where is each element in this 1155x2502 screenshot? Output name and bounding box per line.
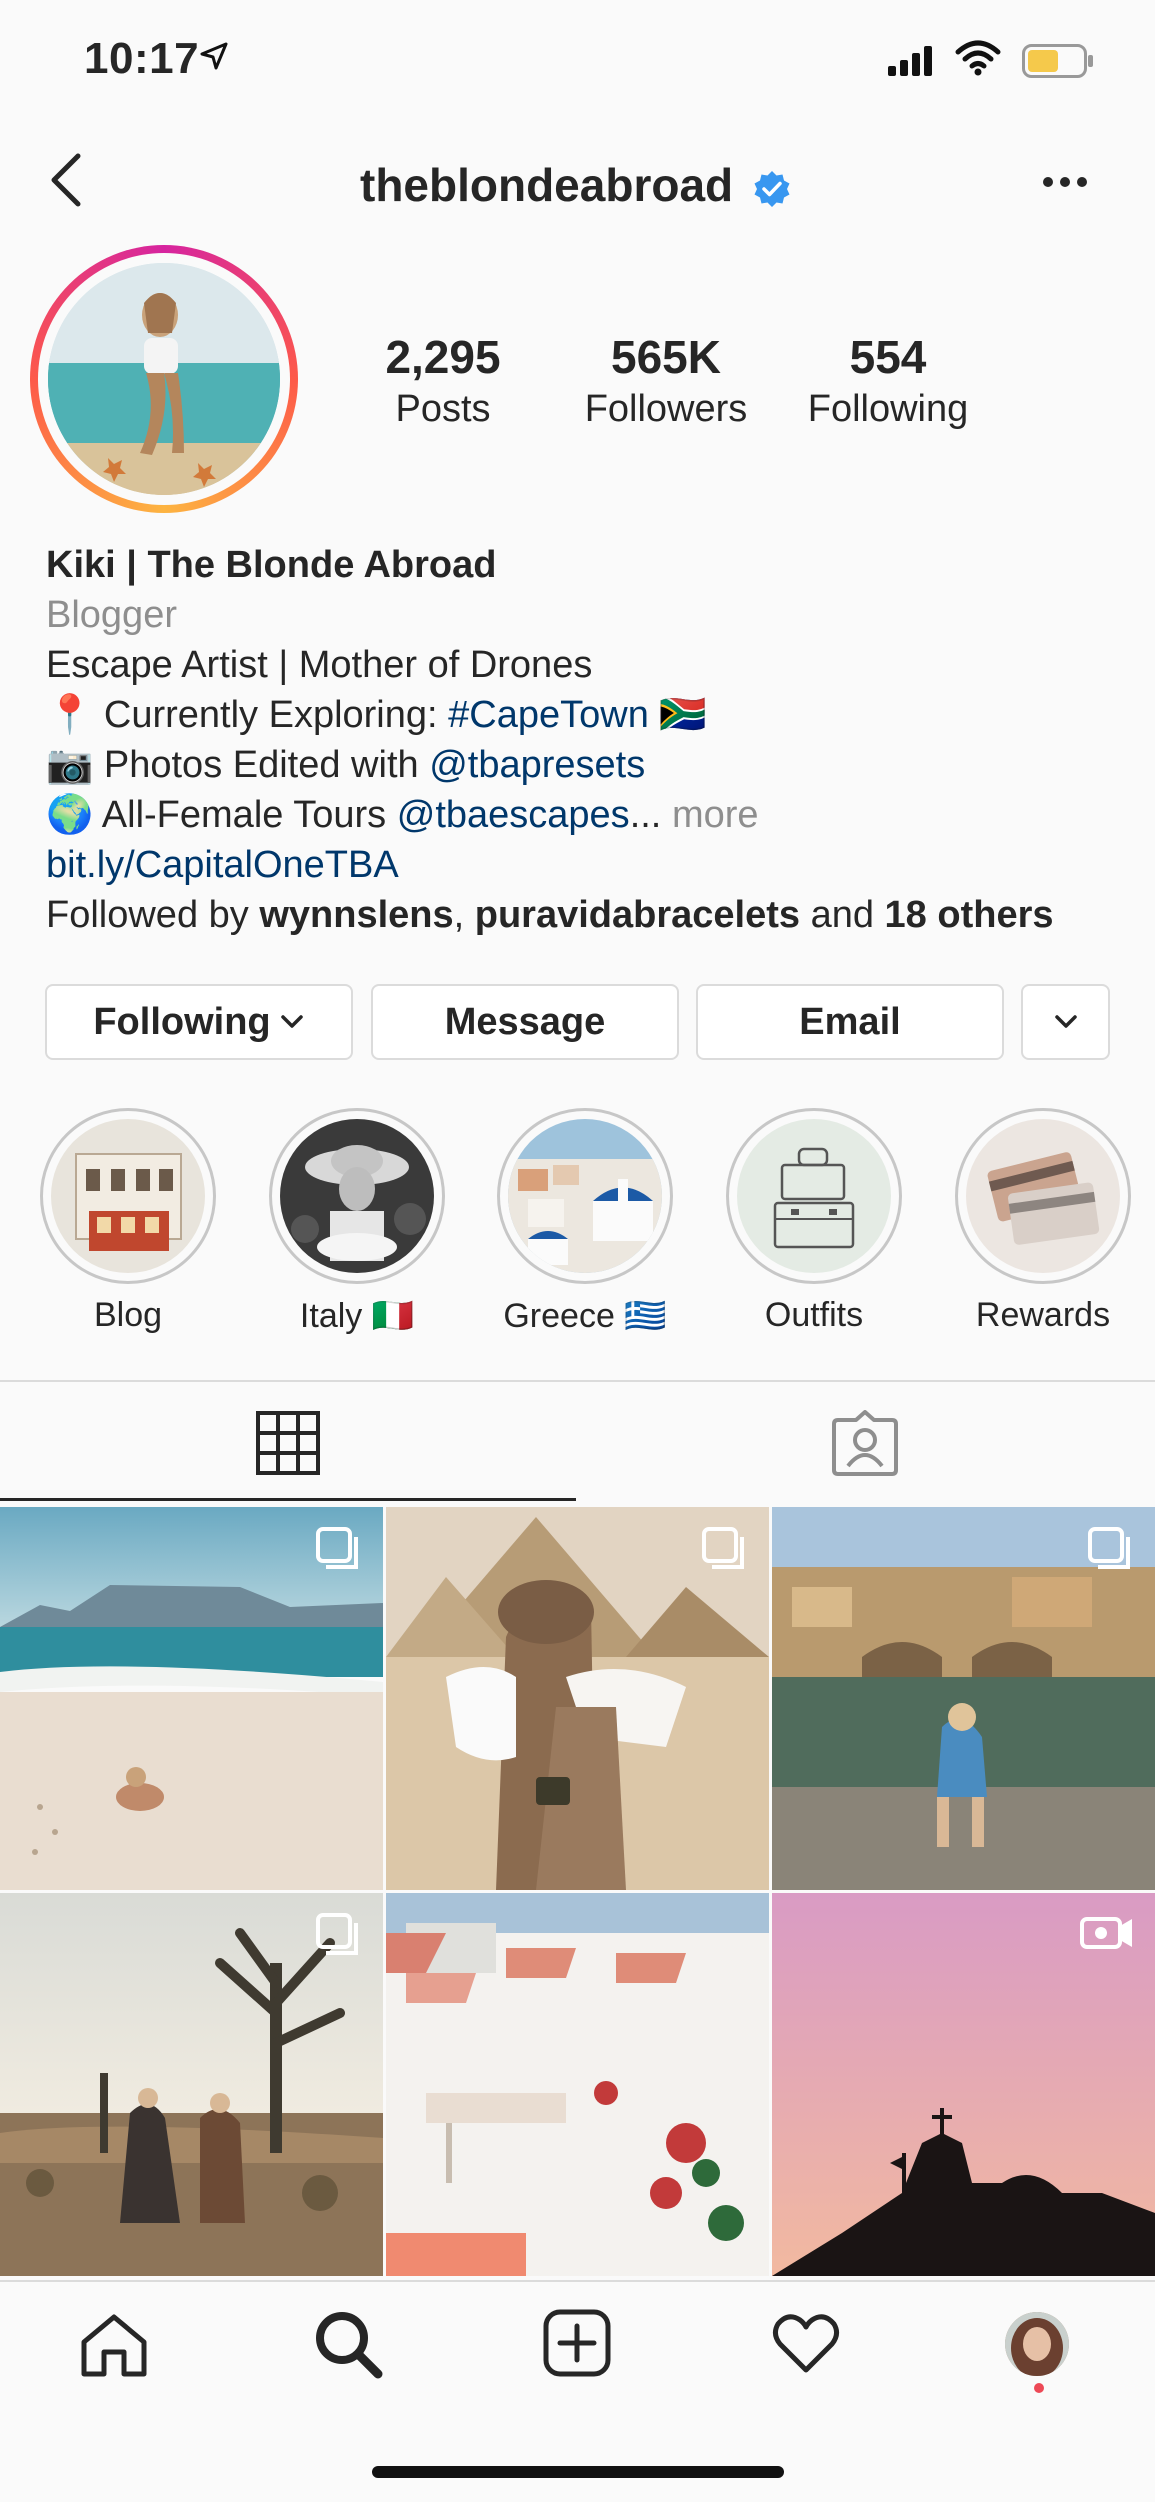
home-icon[interactable]	[78, 2312, 150, 2378]
followed-by-others: 18 others	[884, 894, 1054, 936]
battery-icon	[1022, 44, 1093, 78]
tabs-divider	[0, 1380, 1155, 1382]
post-tile[interactable]	[0, 1893, 383, 2276]
highlight-greece-label: Greece 🇬🇷	[503, 1297, 667, 1335]
profile-category: Blogger	[46, 594, 177, 636]
stat-posts[interactable]: 2,295 Posts	[333, 330, 553, 431]
activity-heart-icon[interactable]	[770, 2312, 842, 2376]
stat-followers[interactable]: 565K Followers	[556, 330, 776, 431]
following-count: 554	[849, 331, 927, 383]
bio-line-1: Escape Artist | Mother of Drones	[46, 644, 593, 686]
status-time: 10:17	[84, 34, 200, 83]
pin-emoji-icon: 📍	[46, 694, 94, 736]
mention-tbaescapes-link[interactable]: @tbaescapes	[397, 794, 630, 836]
highlight-italy[interactable]: Italy 🇮🇹	[267, 1108, 447, 1336]
website-link[interactable]: bit.ly/CapitalOneTBA	[46, 844, 399, 886]
verified-badge-icon	[754, 171, 790, 207]
highlight-outfits[interactable]: Outfits	[724, 1108, 904, 1335]
grid-icon[interactable]	[255, 1410, 321, 1476]
followed-by[interactable]: Followed by wynnslens, puravidabracelets…	[46, 890, 1126, 940]
posts-label: Posts	[395, 388, 491, 430]
chevron-down-icon	[280, 1015, 303, 1028]
followed-by-prefix: Followed by	[46, 894, 249, 936]
highlight-outfits-cover	[737, 1119, 891, 1273]
profile-avatar[interactable]	[30, 245, 298, 513]
notification-dot	[1034, 2383, 1044, 2393]
south-africa-flag-icon: 🇿🇦	[659, 694, 707, 736]
mention-tbapresets-link[interactable]: @tbapresets	[429, 744, 645, 786]
highlight-rewards[interactable]: Rewards	[953, 1108, 1133, 1335]
highlight-greece[interactable]: Greece 🇬🇷	[495, 1108, 675, 1336]
profile-tab-avatar[interactable]	[1005, 2312, 1069, 2376]
post-tile[interactable]	[386, 1507, 769, 1890]
back-chevron-icon[interactable]	[48, 150, 84, 210]
followed-by-separator: ,	[453, 894, 465, 936]
globe-emoji-icon: 🌍	[46, 794, 94, 836]
profile-photo	[48, 263, 280, 495]
followers-label: Followers	[584, 388, 748, 430]
followed-by-user-2: puravidabracelets	[474, 894, 801, 936]
post-tile[interactable]	[386, 1893, 769, 2276]
highlight-blog[interactable]: Blog	[38, 1108, 218, 1335]
bio-line-2-text: Currently Exploring:	[103, 694, 438, 736]
highlight-italy-label: Italy 🇮🇹	[299, 1297, 415, 1335]
profile-bio: Kiki | The Blonde Abroad Blogger Escape …	[46, 540, 1126, 940]
highlight-italy-cover	[280, 1119, 434, 1273]
following-button[interactable]: Following	[45, 984, 353, 1060]
post-tile[interactable]	[772, 1507, 1155, 1890]
bio-line-3-text: Photos Edited with	[103, 744, 419, 786]
wifi-icon	[955, 40, 1001, 76]
highlight-greece-cover	[508, 1119, 662, 1273]
active-tab-indicator	[0, 1498, 576, 1501]
highlight-rewards-cover	[966, 1119, 1120, 1273]
email-button[interactable]: Email	[696, 984, 1004, 1060]
highlight-blog-label: Blog	[93, 1296, 163, 1334]
highlight-rewards-label: Rewards	[975, 1296, 1111, 1334]
more-options-icon[interactable]	[1042, 176, 1088, 188]
cellular-signal-icon	[888, 46, 932, 76]
bio-ellipsis: ...	[629, 794, 662, 836]
search-icon[interactable]	[312, 2308, 384, 2380]
chevron-down-icon	[1054, 1015, 1077, 1028]
post-tile[interactable]	[772, 1893, 1155, 2276]
hashtag-capetown-link[interactable]: #CapeTown	[448, 694, 649, 736]
email-button-label: Email	[799, 1000, 901, 1043]
followed-by-user-1: wynnslens	[259, 894, 454, 936]
profile-username: theblondeabroad	[360, 159, 734, 211]
following-button-label: Following	[93, 1000, 271, 1043]
new-post-icon[interactable]	[542, 2308, 612, 2378]
tagged-user-icon[interactable]	[830, 1410, 900, 1476]
suggested-accounts-button[interactable]	[1021, 984, 1110, 1060]
message-button[interactable]: Message	[371, 984, 679, 1060]
highlight-outfits-label: Outfits	[764, 1296, 864, 1334]
post-tile[interactable]	[0, 1507, 383, 1890]
followers-count: 565K	[611, 331, 721, 383]
message-button-label: Message	[444, 1000, 606, 1043]
location-arrow-icon	[200, 42, 228, 70]
home-indicator	[372, 2466, 784, 2478]
followed-by-and: and	[810, 894, 874, 936]
stat-following[interactable]: 554 Following	[778, 330, 998, 431]
bio-line-4-text: All-Female Tours	[101, 794, 387, 836]
highlight-blog-cover	[51, 1119, 205, 1273]
camera-emoji-icon: 📷	[46, 744, 94, 786]
following-label: Following	[807, 388, 969, 430]
bio-more-link[interactable]: more	[672, 794, 759, 836]
posts-count: 2,295	[385, 331, 501, 383]
display-name: Kiki | The Blonde Abroad	[46, 544, 497, 586]
